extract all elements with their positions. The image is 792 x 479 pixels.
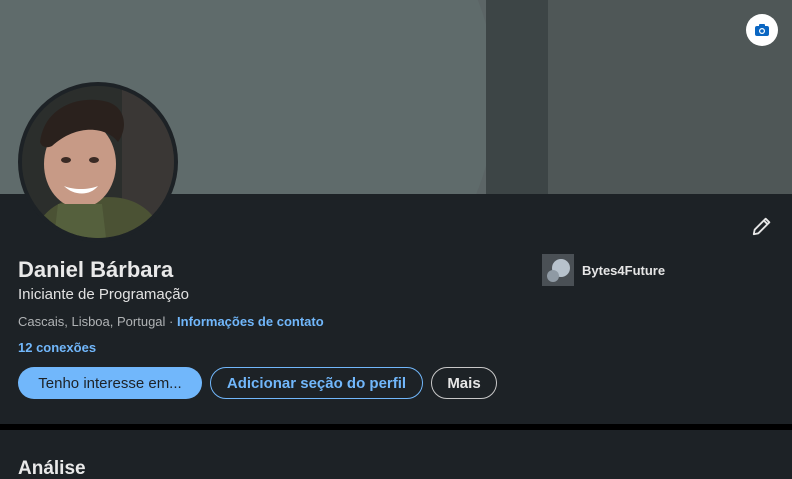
analytics-title: Análise: [18, 458, 86, 479]
profile-card: Daniel Bárbara Iniciante de Programação …: [0, 0, 792, 424]
company-name: Bytes4Future: [582, 262, 666, 278]
banner-strip: [486, 0, 548, 194]
add-profile-section-button[interactable]: Adicionar seção do perfil: [210, 367, 423, 399]
separator: ·: [169, 314, 174, 329]
connections-link[interactable]: 12 conexões: [18, 340, 96, 355]
pencil-icon: [752, 217, 771, 236]
profile-name: Daniel Bárbara: [18, 257, 174, 282]
company-logo-image: [542, 254, 574, 286]
company-logo: [542, 254, 574, 286]
camera-icon: [755, 24, 769, 36]
contact-info-link[interactable]: Informações de contato: [177, 314, 324, 329]
profile-location: Cascais, Lisboa, Portugal: [18, 314, 166, 329]
avatar-photo: [22, 86, 174, 238]
edit-banner-button[interactable]: [746, 14, 778, 46]
profile-headline: Iniciante de Programação: [18, 286, 189, 303]
company-link[interactable]: Bytes4Future: [542, 254, 665, 286]
edit-intro-button[interactable]: [746, 210, 778, 242]
more-button[interactable]: Mais: [431, 367, 497, 399]
open-to-button[interactable]: Tenho interesse em...: [18, 367, 202, 399]
location-line: Cascais, Lisboa, Portugal · Informações …: [18, 314, 324, 329]
profile-photo[interactable]: [18, 82, 178, 242]
analytics-card: Análise: [0, 430, 792, 479]
